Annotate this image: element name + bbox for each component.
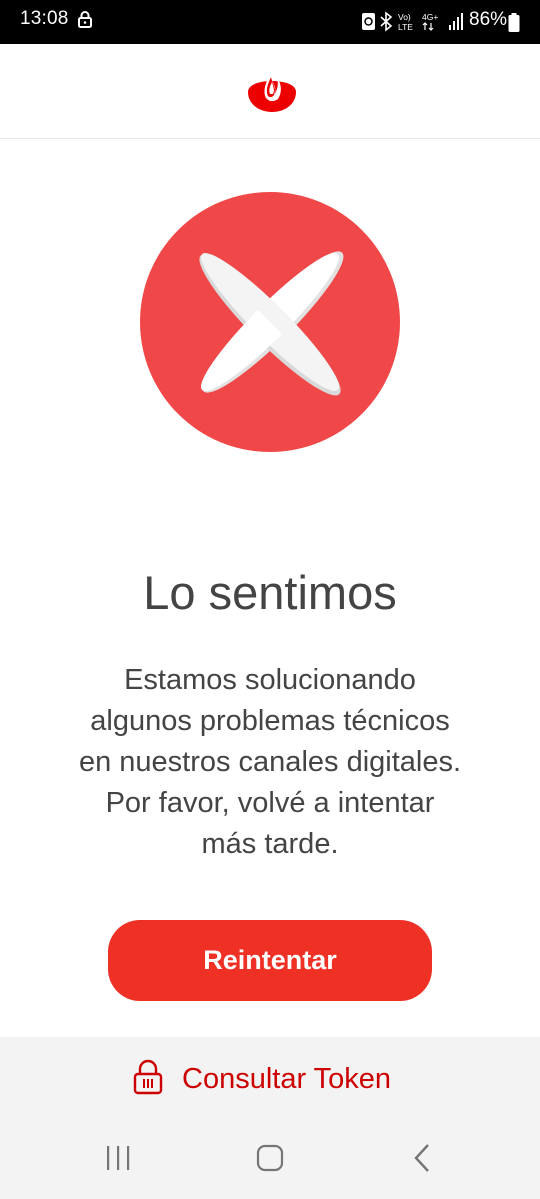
svg-text:LTE: LTE: [398, 22, 413, 32]
error-message-line: algunos problemas técnicos: [90, 705, 450, 737]
padlock-icon: [132, 1059, 164, 1100]
lock-icon: [78, 10, 92, 33]
system-navigation-bar: [0, 1104, 540, 1199]
svg-text:Vo): Vo): [398, 12, 411, 22]
error-message-line: más tarde.: [201, 828, 339, 860]
back-icon[interactable]: [412, 1143, 432, 1178]
recents-icon[interactable]: [104, 1144, 134, 1177]
status-time: 13:08: [20, 8, 69, 29]
status-icons: Vo) LTE 4G+: [360, 10, 468, 34]
status-bar: 13:08 Vo) LTE 4G+ 86%: [0, 0, 540, 44]
data-saver-icon: [362, 13, 375, 30]
4g-plus-icon: 4G+: [422, 12, 438, 31]
app-header: [0, 44, 540, 139]
error-message-line: Por favor, volvé a intentar: [105, 787, 435, 819]
volte-icon: Vo) LTE: [398, 12, 413, 32]
home-icon[interactable]: [256, 1144, 284, 1177]
error-title: Lo sentimos: [143, 566, 397, 619]
santander-logo: [247, 66, 297, 119]
svg-text:4G+: 4G+: [422, 12, 438, 22]
battery-percentage: 86%: [469, 9, 508, 30]
retry-button[interactable]: Reintentar: [108, 920, 432, 1001]
error-message-line: Estamos solucionando: [124, 664, 416, 696]
error-x-icon: [140, 192, 400, 457]
signal-icon: [449, 13, 463, 30]
bluetooth-icon: [380, 11, 393, 32]
token-label: Consultar Token: [182, 1062, 392, 1095]
consultar-token-link[interactable]: Consultar Token: [132, 1059, 391, 1099]
app-screen: 13:08 Vo) LTE 4G+ 86% Lo sentimos Estamo…: [0, 0, 540, 1199]
error-message: Estamos solucionando algunos problemas t…: [40, 660, 500, 865]
battery-icon: [508, 13, 520, 38]
error-message-line: en nuestros canales digitales.: [78, 746, 462, 778]
